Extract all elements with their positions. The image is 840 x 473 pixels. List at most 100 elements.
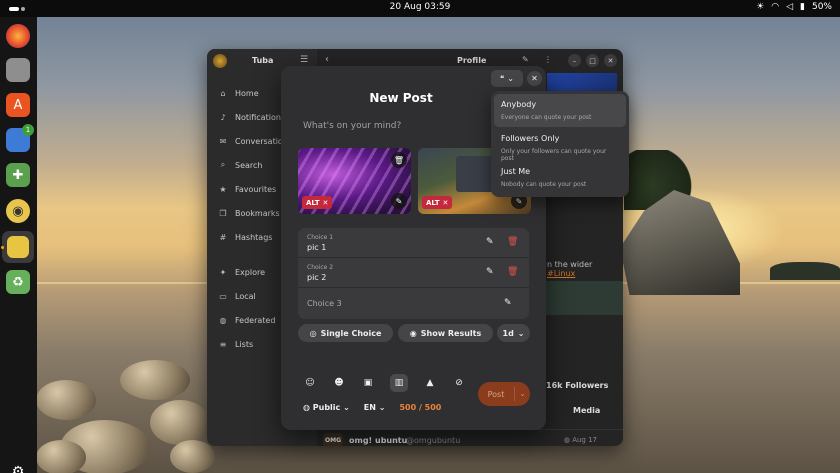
sidebar-item-label: Lists xyxy=(235,339,254,349)
close-icon: ✕ xyxy=(322,198,329,207)
rhythmbox-icon[interactable]: ◉ xyxy=(6,199,30,223)
post-author-handle: @omgubuntu xyxy=(406,436,461,445)
wallpaper-rock xyxy=(36,380,96,420)
system-tray[interactable]: ☀ ◠ ◁ ▮ 50% xyxy=(756,2,832,12)
visibility-select[interactable]: ◍ Public ⌄ xyxy=(303,403,350,412)
maximize-icon[interactable]: □ xyxy=(586,54,599,67)
post-button[interactable]: Post ⌄ xyxy=(478,382,530,406)
close-dialog-button[interactable]: ✕ xyxy=(527,71,542,86)
edit-icon[interactable]: ✎ xyxy=(391,193,407,209)
sidebar-item-label: Hashtags xyxy=(235,232,273,242)
search-icon: ⌕ xyxy=(220,160,226,169)
profile-bio: n the wider #Linux xyxy=(547,260,593,278)
notification-badge: 1 xyxy=(22,124,34,136)
sensitive-icon[interactable]: ⊘ xyxy=(452,376,466,390)
tuba-badge-app-icon[interactable]: 1 xyxy=(6,124,34,152)
wifi-icon: ◠ xyxy=(771,2,780,12)
wallpaper-rock xyxy=(36,440,86,473)
language-select[interactable]: EN ⌄ xyxy=(364,403,386,412)
pencil-icon[interactable]: ✎ xyxy=(486,237,494,247)
compose-input[interactable]: What's on your mind? xyxy=(303,121,401,131)
dock: A 1 ✚ ◉ ♻ ⚙ xyxy=(0,17,37,473)
sidebar-item-label: Explore xyxy=(235,267,266,277)
extensions-icon[interactable]: ✚ xyxy=(6,163,30,187)
list-icon: ≡ xyxy=(219,339,227,349)
emoji-icon[interactable]: ☺ xyxy=(303,376,317,390)
local-icon: ▭ xyxy=(219,291,227,301)
followers-count[interactable]: 16k Followers xyxy=(546,381,608,390)
poll-choice-new[interactable]: Choice 3 ✎ xyxy=(298,289,529,319)
trash-icon[interactable]: 🗑 xyxy=(391,152,407,168)
minimize-icon[interactable]: – xyxy=(568,54,581,67)
quote-option-followers[interactable]: Followers Only Only your followers can q… xyxy=(494,128,626,162)
clock[interactable]: 20 Aug 03:59 xyxy=(0,2,840,12)
battery-icon: ▮ xyxy=(800,2,805,12)
battery-percent: 50% xyxy=(811,2,832,12)
trash-icon[interactable]: 🗑 xyxy=(507,267,518,277)
poll-choice-value[interactable]: pic 1 xyxy=(307,243,326,252)
alt-text-badge[interactable]: ALT ✕ xyxy=(422,196,453,209)
post-author-name: omg! ubuntu xyxy=(349,436,408,445)
attachment-thumbnail[interactable]: 🗑 ALT ✕ ✎ xyxy=(298,148,411,214)
brightness-icon: ☀ xyxy=(756,2,765,12)
close-icon: ✕ xyxy=(442,198,449,207)
trash-icon[interactable]: 🗑 xyxy=(507,237,518,247)
show-results-button[interactable]: ◉ Show Results xyxy=(398,324,493,342)
globe-icon: ◍ xyxy=(303,403,313,412)
quote-option-anybody[interactable]: Anybody Everyone can quote your post xyxy=(494,94,626,127)
running-indicator xyxy=(1,246,4,249)
account-avatar[interactable] xyxy=(213,54,227,68)
quote-icon: ❝ xyxy=(499,74,505,83)
custom-emoji-icon[interactable]: ☻ xyxy=(332,376,346,390)
show-apps-icon[interactable]: ⚙ xyxy=(8,462,28,473)
globe-icon: ◍ xyxy=(563,436,573,444)
wallpaper-island xyxy=(770,262,840,280)
poll-choice-label: Choice 1 xyxy=(307,234,334,241)
files-icon[interactable] xyxy=(6,58,30,82)
post-button-label: Post xyxy=(487,389,505,399)
hashtag-icon: # xyxy=(219,232,227,242)
avatar[interactable]: OMG xyxy=(323,433,343,446)
quote-policy-button[interactable]: ❝ ⌄ xyxy=(491,70,523,87)
alt-text-badge[interactable]: ALT ✕ xyxy=(302,196,333,209)
home-icon: ⌂ xyxy=(220,88,226,98)
back-icon[interactable]: ‹ xyxy=(325,54,329,65)
poll-duration-select[interactable]: 1d ⌄ xyxy=(497,324,530,342)
header-title: Profile xyxy=(457,56,487,65)
poll-choice-value[interactable]: pic 2 xyxy=(307,273,326,282)
warning-icon[interactable]: ▲ xyxy=(423,376,437,390)
poll-icon[interactable]: ▥ xyxy=(390,374,408,392)
pencil-icon[interactable]: ✎ xyxy=(486,267,494,277)
close-icon[interactable]: ✕ xyxy=(604,54,617,67)
poll-choice[interactable]: Choice 2 pic 2 ✎ 🗑 xyxy=(298,258,529,288)
top-bar: 20 Aug 03:59 ☀ ◠ ◁ ▮ 50% xyxy=(0,0,840,17)
close-icon: ✕ xyxy=(531,74,538,83)
menu-icon[interactable]: ☰ xyxy=(300,55,308,65)
more-icon[interactable]: ⋮ xyxy=(544,55,552,64)
tuba-icon[interactable] xyxy=(2,231,34,263)
firefox-icon[interactable] xyxy=(6,24,30,48)
app-center-icon[interactable]: A xyxy=(6,93,30,117)
sidebar-item-label: Home xyxy=(235,88,259,98)
trash-icon[interactable]: ♻ xyxy=(6,270,30,294)
sidebar-item-label: Bookmarks xyxy=(235,208,280,218)
pencil-icon[interactable]: ✎ xyxy=(504,298,512,308)
star-icon: ★ xyxy=(219,184,227,194)
quote-policy-popover: Anybody Everyone can quote your post Fol… xyxy=(491,91,629,197)
post-item[interactable]: OMG omg! ubuntu @omgubuntu ◍ Aug 17 xyxy=(317,429,623,446)
single-choice-button[interactable]: ◎ Single Choice xyxy=(298,324,393,342)
post-date: ◍ Aug 17 xyxy=(563,436,597,444)
poll-choice[interactable]: Choice 1 pic 1 ✎ 🗑 xyxy=(298,228,529,258)
quote-option-just-me[interactable]: Just Me Nobody can quote your post xyxy=(494,161,626,194)
poll-choice-label: Choice 2 xyxy=(307,264,334,271)
tab-media[interactable]: Media xyxy=(573,406,600,415)
hashtag-link[interactable]: #Linux xyxy=(547,269,575,278)
edit-icon[interactable]: ✎ xyxy=(522,55,529,64)
radio-icon: ◎ xyxy=(309,328,317,338)
compose-footer: ◍ Public ⌄ EN ⌄ 500 / 500 xyxy=(303,403,441,412)
image-icon[interactable]: ▣ xyxy=(361,376,375,390)
poll-choice-placeholder[interactable]: Choice 3 xyxy=(307,299,342,308)
globe-icon: ◍ xyxy=(219,315,227,325)
sidebar-item-label: Favourites xyxy=(235,184,277,194)
chevron-down-icon[interactable]: ⌄ xyxy=(515,390,530,398)
